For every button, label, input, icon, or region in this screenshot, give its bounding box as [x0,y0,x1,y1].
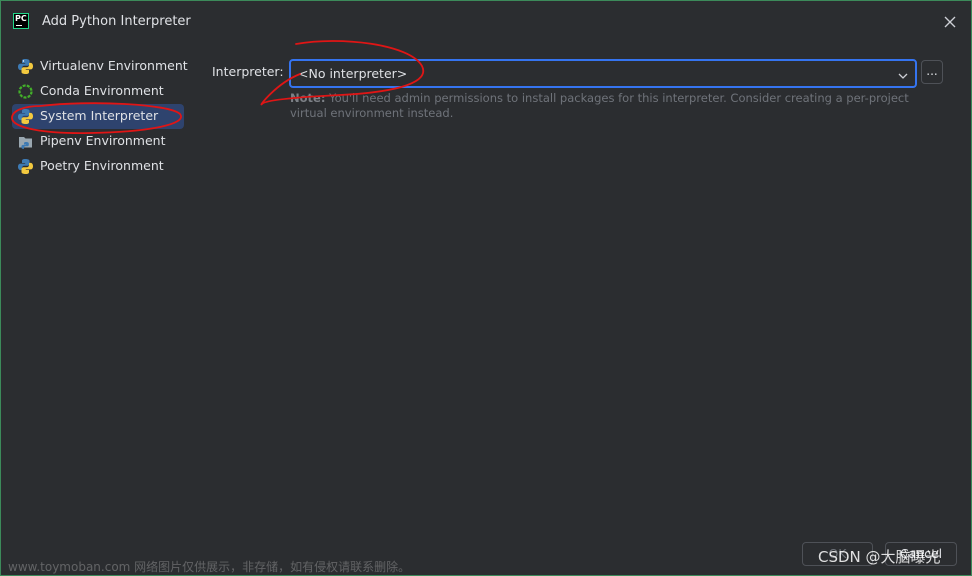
note-text: You'll need admin permissions to install… [290,91,909,120]
sidebar-item-system-interpreter[interactable]: System Interpreter [12,104,184,129]
conda-icon [17,83,34,100]
dialog-window: PC Add Python Interpreter Virtualenv Env… [0,0,972,576]
admin-permissions-note: Note: You'll need admin permissions to i… [290,91,930,121]
browse-interpreter-button[interactable]: ... [921,60,943,84]
interpreter-select[interactable]: <No interpreter> [289,59,917,88]
sidebar-item-label: Poetry Environment [40,158,164,173]
sidebar-item-label: Virtualenv Environment [40,58,188,73]
note-prefix: Note: [290,91,326,105]
title-bar: PC Add Python Interpreter [1,1,971,43]
close-icon[interactable] [941,13,959,31]
sidebar-item-label: System Interpreter [40,108,159,123]
sidebar-item-label: Conda Environment [40,83,164,98]
sidebar-item-label: Pipenv Environment [40,133,166,148]
watermark-author: CSDN @大脑曝光 [818,548,941,566]
watermark-text: www.toymoban.com 网络图片仅供展示，非存储，如有侵权请联系删除。 [8,560,411,574]
chevron-down-icon [897,67,909,79]
pipenv-icon [17,133,34,150]
environment-type-list: Virtualenv Environment Conda Environment… [12,54,188,179]
sidebar-item-pipenv[interactable]: Pipenv Environment [12,129,184,154]
logo-text: PC [15,14,27,23]
python-icon [17,108,34,125]
pycharm-logo-icon: PC [13,13,29,29]
sidebar-item-virtualenv[interactable]: Virtualenv Environment [12,54,188,79]
interpreter-select-value: <No interpreter> [298,66,408,81]
sidebar-item-poetry[interactable]: Poetry Environment [12,154,184,179]
dialog-title: Add Python Interpreter [42,14,191,29]
interpreter-label: Interpreter: [212,64,284,79]
python-icon [17,58,34,75]
sidebar-item-conda[interactable]: Conda Environment [12,79,184,104]
python-icon [17,158,34,175]
